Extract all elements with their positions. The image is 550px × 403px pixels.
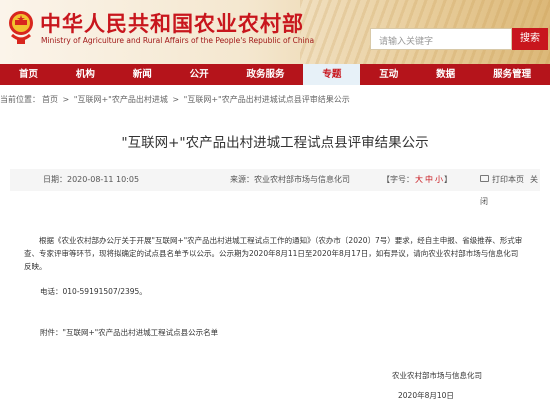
breadcrumb-separator: > xyxy=(62,95,70,104)
font-size-control: 【字号：大中小】 xyxy=(382,169,452,191)
font-size-small[interactable]: 小 xyxy=(435,175,443,184)
article-info-bar: 日期：2020-08-11 10:05 来源：农业农村部市场与信息化司 【字号：… xyxy=(10,169,540,206)
article-body: 根据《农业农村部办公厅关于开展"互联网+"农产品出村进城工程试点工作的通知》（农… xyxy=(24,236,523,271)
printer-icon[interactable] xyxy=(480,175,489,182)
nav-item-news[interactable]: 新闻 xyxy=(114,64,171,85)
search-input[interactable]: 请输入关键字 xyxy=(370,28,512,50)
breadcrumb-prefix: 当前位置： xyxy=(0,95,40,104)
site-title[interactable]: 中华人民共和国农业农村部 xyxy=(40,8,304,38)
nav-item-services[interactable]: 政务服务 xyxy=(228,64,304,85)
breadcrumb-home[interactable]: 首页 xyxy=(42,95,58,104)
site-subtitle: Ministry of Agriculture and Rural Affair… xyxy=(41,36,315,45)
nav-item-data[interactable]: 数据 xyxy=(417,64,474,85)
article-source: 来源：农业农村部市场与信息化司 xyxy=(230,169,350,191)
attachment-link[interactable]: 附件："互联网+"农产品出村进城工程试点县公示名单 xyxy=(40,327,218,338)
article-date: 日期：2020-08-11 10:05 xyxy=(43,169,139,191)
breadcrumb-topic[interactable]: "互联网+"农产品出村进城 xyxy=(74,95,168,104)
search-button[interactable]: 搜索 xyxy=(512,28,548,50)
date-value: 2020-08-11 10:05 xyxy=(67,175,140,184)
breadcrumb-separator: > xyxy=(172,95,180,104)
date-label: 日期： xyxy=(43,175,67,184)
site-header: 中华人民共和国农业农村部 Ministry of Agriculture and… xyxy=(0,0,550,64)
font-size-medium[interactable]: 中 xyxy=(425,175,433,184)
nav-item-home[interactable]: 首页 xyxy=(0,64,57,85)
nav-item-topics[interactable]: 专题 xyxy=(303,64,361,85)
breadcrumb: 当前位置： 首页 > "互联网+"农产品出村进城 > "互联网+"农产品出村进城试… xyxy=(0,94,352,105)
print-control: 打印本页 关闭 xyxy=(480,169,540,213)
source-value: 农业农村部市场与信息化司 xyxy=(254,175,350,184)
nav-item-org[interactable]: 机构 xyxy=(57,64,114,85)
font-size-label: 【字号： xyxy=(382,175,414,184)
nav-item-interact[interactable]: 互动 xyxy=(360,64,417,85)
signature-date: 2020年8月10日 xyxy=(398,391,454,400)
font-size-large[interactable]: 大 xyxy=(415,175,423,184)
breadcrumb-current[interactable]: "互联网+"农产品出村进城试点县评审结果公示 xyxy=(184,95,350,104)
nav-item-service-mgmt[interactable]: 服务管理 xyxy=(474,64,550,85)
signature-org: 农业农村部市场与信息化司 xyxy=(392,371,482,380)
main-nav: 首页 机构 新闻 公开 政务服务 专题 互动 数据 服务管理 xyxy=(0,64,550,85)
article-title: "互联网+"农产品出村进城工程试点县评审结果公示 xyxy=(121,135,429,151)
contact-phone: 电话：010-59191507/2395。 xyxy=(40,287,147,296)
font-size-close: 】 xyxy=(444,175,452,184)
print-link[interactable]: 打印本页 xyxy=(492,175,524,184)
source-label: 来源： xyxy=(230,175,254,184)
nav-item-public[interactable]: 公开 xyxy=(171,64,228,85)
national-emblem-icon xyxy=(9,11,33,44)
